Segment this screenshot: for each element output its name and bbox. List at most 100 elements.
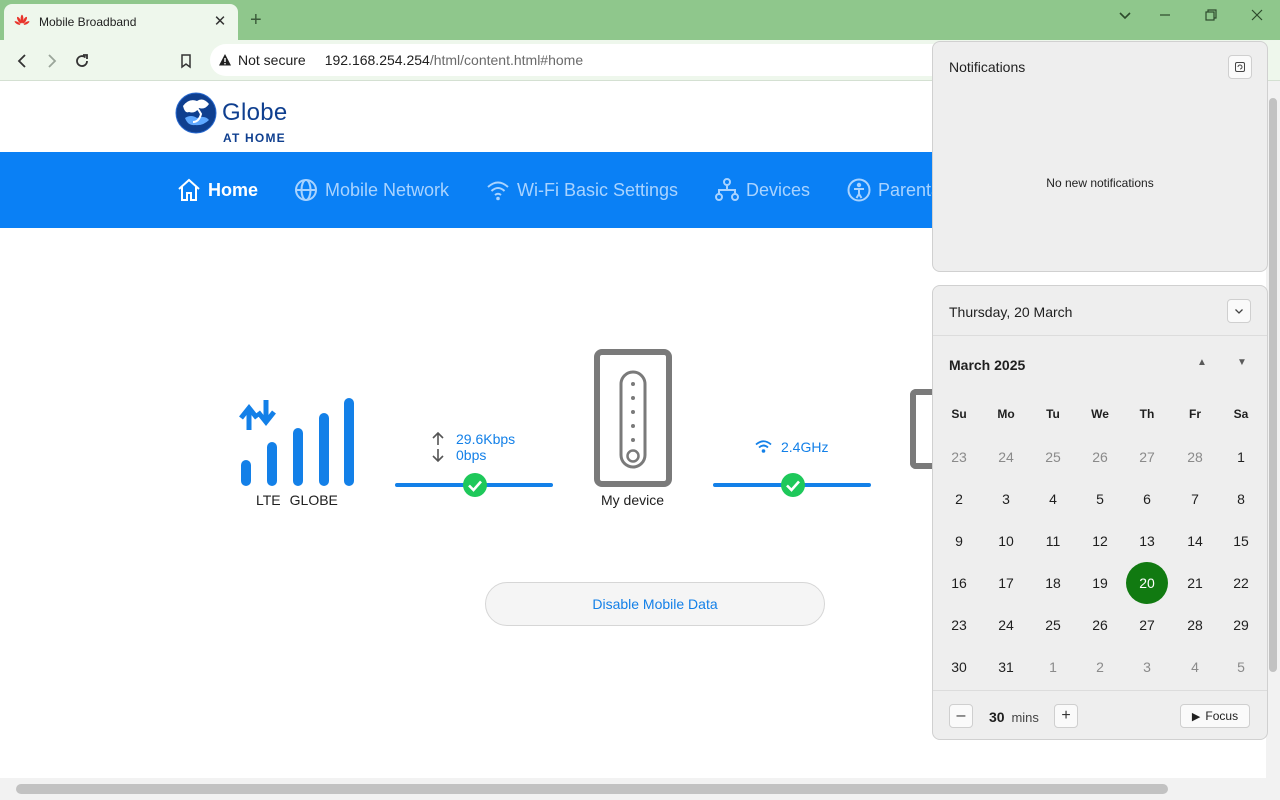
reload-icon [76,54,88,67]
calendar-day[interactable]: 23 [938,604,980,646]
increase-focus-button[interactable]: + [1054,704,1078,728]
calendar-day[interactable]: 1 [1220,436,1262,478]
restore-icon[interactable] [1199,8,1223,25]
weekday-header: We [1091,407,1109,421]
brand-name: Globe [222,99,288,126]
calendar-day[interactable]: 6 [1126,478,1168,520]
calendar-month-label[interactable]: March 2025 [949,357,1025,373]
calendar-day[interactable]: 23 [938,436,980,478]
calendar-day[interactable]: 18 [1032,562,1074,604]
wifi-icon [487,181,509,201]
calendar-day[interactable]: 24 [985,436,1027,478]
calendar-day[interactable]: 8 [1220,478,1262,520]
current-date: Thursday, 20 March [949,304,1073,320]
calendar-day[interactable]: 7 [1174,478,1216,520]
calendar-day[interactable]: 28 [1174,436,1216,478]
next-month-icon[interactable]: ▼ [1237,357,1247,368]
calendar-day[interactable]: 31 [985,646,1027,688]
menu-item-devices[interactable]: Devices [714,152,810,228]
tab-search-icon[interactable] [1113,8,1137,25]
browser-tab-strip: Mobile Broadband ✕ + [0,0,1280,40]
url-host: 192.168.254.254 [324,52,430,68]
calendar-day[interactable]: 26 [1079,436,1121,478]
reload-button[interactable] [70,49,94,73]
calendar-day-today[interactable]: 20 [1126,562,1168,604]
calendar-day[interactable]: 5 [1220,646,1262,688]
weekday-header: Th [1139,407,1155,421]
bookmark-button[interactable] [174,49,198,73]
calendar-panel: Thursday, 20 March March 2025 ▲ ▼ Su Mo Tu… [932,285,1268,740]
focus-unit: mins [1011,710,1039,725]
calendar-day[interactable]: 24 [985,604,1027,646]
calendar-day[interactable]: 21 [1174,562,1216,604]
brand-tagline: AT HOME [223,131,286,145]
notifications-title: Notifications [949,59,1026,75]
calendar-day[interactable]: 27 [1126,604,1168,646]
notification-panel: Notifications No new notifications [932,41,1268,272]
calendar-day[interactable]: 2 [1079,646,1121,688]
calendar-day[interactable]: 25 [1032,604,1074,646]
calendar-day[interactable]: 12 [1079,520,1121,562]
previous-month-icon[interactable]: ▲ [1197,357,1207,368]
notification-settings-button[interactable] [1228,55,1252,79]
calendar-day[interactable]: 1 [1032,646,1074,688]
address-bar[interactable]: Not secure 192.168.254.254/html/content.… [210,44,950,76]
calendar-day[interactable]: 28 [1174,604,1216,646]
huawei-favicon-icon [14,14,30,25]
wifi-band-icon [755,440,772,453]
menu-item-parental-control[interactable]: Parenta [846,152,941,228]
calendar-day[interactable]: 3 [1126,646,1168,688]
chevron-down-icon [1235,309,1243,314]
weekday-header: Tu [1046,407,1060,421]
menu-label-wifi-basic-settings: Wi-Fi Basic Settings [517,179,679,200]
calendar-day[interactable]: 19 [1079,562,1121,604]
devices-icon [715,178,739,201]
decrease-focus-button[interactable]: – [949,704,973,728]
calendar-day[interactable]: 17 [985,562,1027,604]
vertical-scroll-thumb[interactable] [1269,98,1277,672]
calendar-day[interactable]: 14 [1174,520,1216,562]
minimize-icon[interactable] [1153,8,1177,25]
signal-strength-icon [239,398,354,486]
network-type: LTE [256,492,281,508]
calendar-day[interactable]: 13 [1126,520,1168,562]
back-button[interactable] [10,49,34,73]
focus-button[interactable]: ▶ Focus [1180,704,1250,728]
close-window-icon[interactable] [1245,8,1269,25]
menu-item-wifi-basic-settings[interactable]: Wi-Fi Basic Settings [485,152,678,228]
calendar-day[interactable]: 4 [1174,646,1216,688]
calendar-day[interactable]: 15 [1220,520,1262,562]
calendar-day[interactable]: 4 [1032,478,1074,520]
calendar-day[interactable]: 5 [1079,478,1121,520]
calendar-day[interactable]: 27 [1126,436,1168,478]
menu-item-home[interactable]: Home [176,152,258,228]
calendar-day[interactable]: 16 [938,562,980,604]
new-tab-button[interactable]: + [250,9,262,31]
weekday-header: Su [951,407,967,421]
calendar-day[interactable]: 2 [938,478,980,520]
menu-label-home: Home [208,179,259,200]
back-arrow-icon [17,54,26,68]
calendar-day[interactable]: 26 [1079,604,1121,646]
forward-arrow-icon [48,54,57,68]
horizontal-scrollbar[interactable] [0,778,1280,800]
calendar-day[interactable]: 11 [1032,520,1074,562]
menu-item-mobile-network[interactable]: Mobile Network [293,152,449,228]
focus-duration: 30 mins [989,709,1039,725]
calendar-day[interactable]: 29 [1220,604,1262,646]
browser-tab[interactable]: Mobile Broadband ✕ [4,4,238,40]
calendar-day[interactable]: 25 [1032,436,1074,478]
disable-mobile-data-button[interactable]: Disable Mobile Data [485,582,825,626]
calendar-day[interactable]: 3 [985,478,1027,520]
globe-logo-icon [175,92,217,134]
vertical-scrollbar[interactable] [1266,81,1280,778]
forward-button[interactable] [40,49,64,73]
horizontal-scroll-thumb[interactable] [16,784,1168,794]
security-status[interactable]: Not secure [238,52,306,68]
calendar-day[interactable]: 22 [1220,562,1262,604]
calendar-collapse-button[interactable] [1227,299,1251,323]
calendar-day[interactable]: 9 [938,520,980,562]
calendar-day[interactable]: 10 [985,520,1027,562]
tab-close-icon[interactable]: ✕ [212,14,228,30]
calendar-day[interactable]: 30 [938,646,980,688]
